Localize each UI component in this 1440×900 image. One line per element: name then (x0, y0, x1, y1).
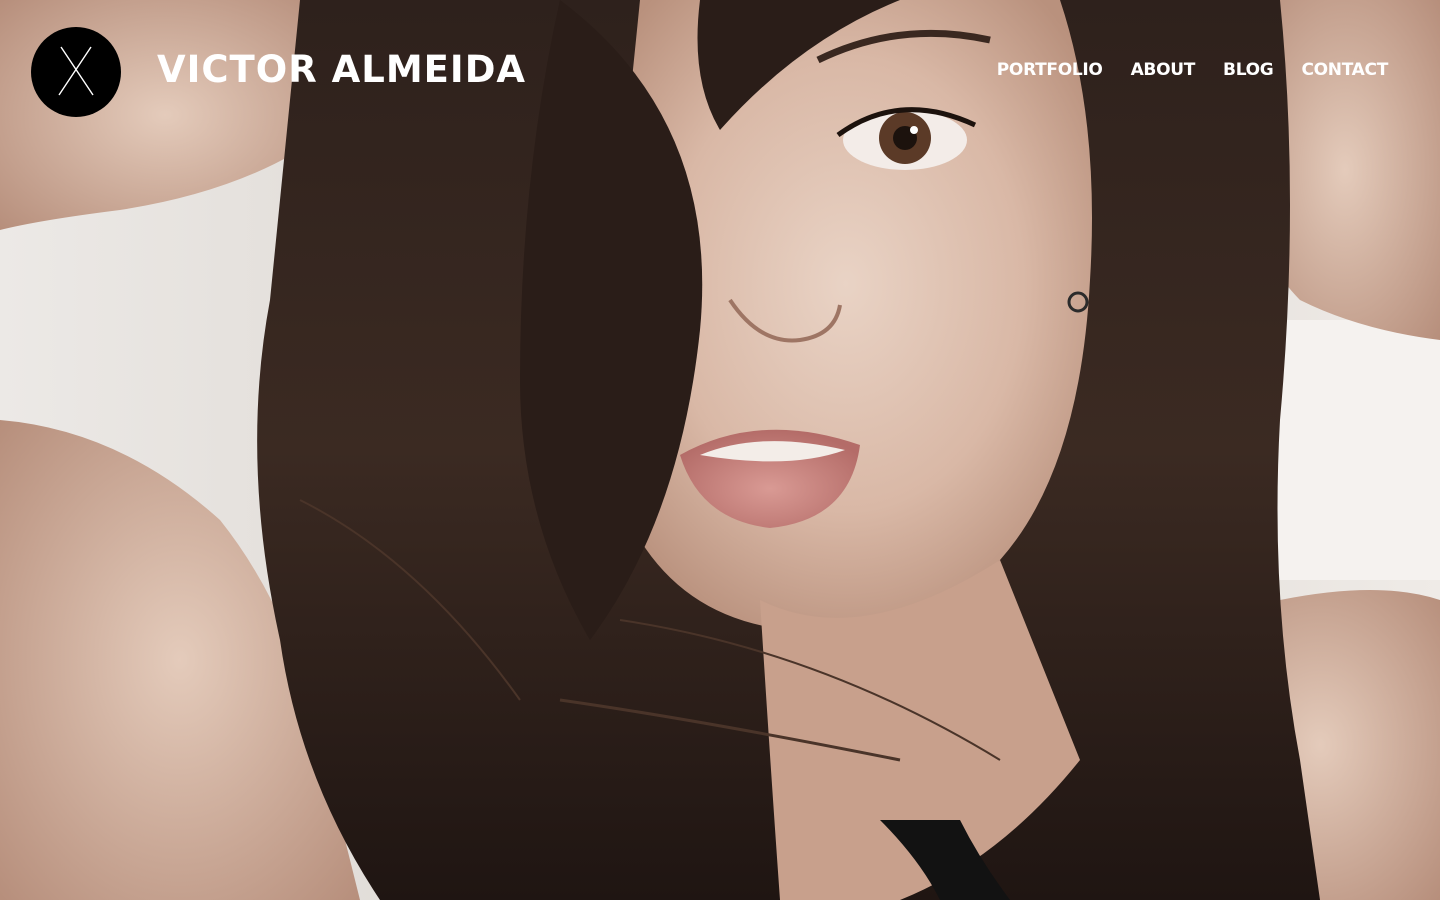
nav-item-contact[interactable]: CONTACT (1301, 58, 1388, 82)
site-header: VICTOR ALMEIDA PORTFOLIO ABOUT BLOG CONT… (0, 0, 1440, 140)
logo[interactable] (31, 27, 121, 117)
nav-item-blog[interactable]: BLOG (1223, 58, 1274, 82)
main-nav: PORTFOLIO ABOUT BLOG CONTACT (997, 58, 1389, 82)
x-monogram-icon (58, 46, 94, 96)
site-title[interactable]: VICTOR ALMEIDA (157, 48, 526, 92)
nav-item-portfolio[interactable]: PORTFOLIO (997, 58, 1103, 82)
page: VICTOR ALMEIDA PORTFOLIO ABOUT BLOG CONT… (0, 0, 1440, 900)
nav-item-about[interactable]: ABOUT (1131, 58, 1196, 82)
